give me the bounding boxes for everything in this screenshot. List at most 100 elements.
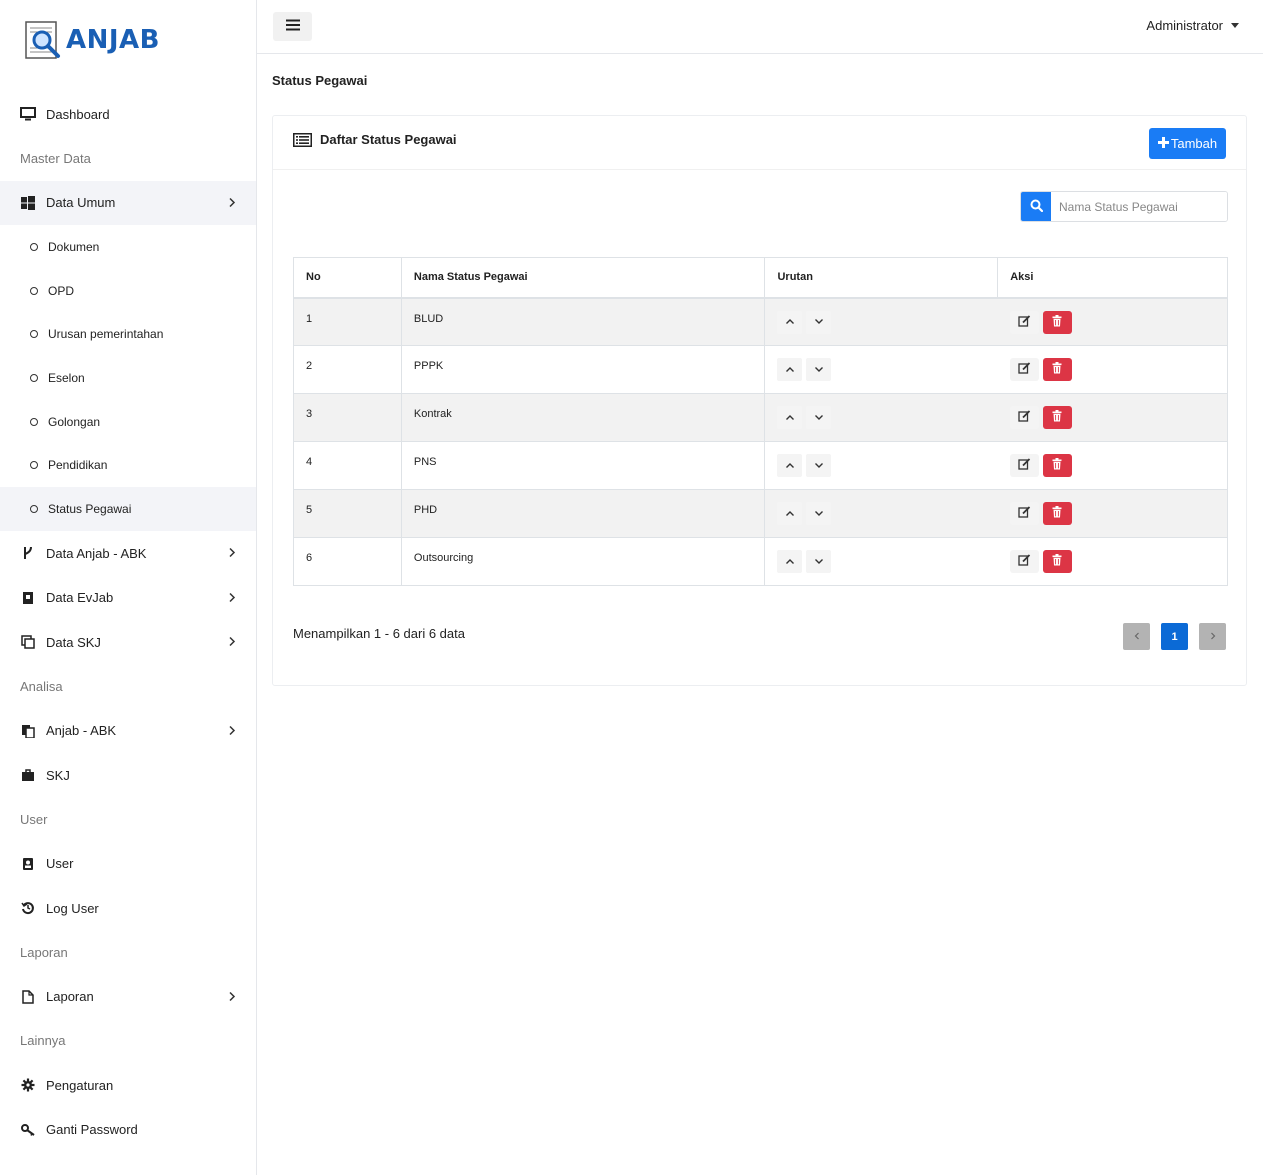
sidebar-subitem-label: Pendidikan (48, 458, 108, 473)
add-button-label: Tambah (1170, 136, 1218, 151)
sidebar: ANJAB Dashboard Master Data Data Umum Do… (0, 0, 257, 1175)
sidebar-subitem-status-pegawai[interactable]: Status Pegawai (0, 487, 256, 531)
chevron-right-icon (1210, 631, 1216, 643)
card-title-text: Daftar Status Pegawai (320, 132, 457, 147)
app-logo[interactable]: ANJAB (24, 18, 160, 62)
chevron-right-icon (228, 546, 236, 561)
move-down-button[interactable] (806, 310, 832, 334)
section-header-analisa: Analisa (20, 678, 63, 694)
column-header-aksi: Aksi (997, 257, 1228, 299)
chevron-up-icon (785, 412, 795, 424)
edit-button[interactable] (1009, 310, 1039, 334)
prev-page-button[interactable] (1123, 623, 1150, 650)
edit-button[interactable] (1009, 406, 1039, 429)
move-down-button[interactable] (806, 502, 832, 525)
sidebar-item-label: Data Umum (46, 195, 116, 211)
trash-icon (1052, 458, 1062, 473)
sidebar-item-dashboard[interactable]: Dashboard (0, 92, 256, 137)
move-down-button[interactable] (806, 358, 832, 381)
briefcase-icon (20, 767, 36, 783)
trash-icon (1052, 362, 1062, 377)
circle-icon (30, 461, 38, 470)
page-button-current[interactable]: 1 (1161, 623, 1188, 650)
chevron-down-icon (814, 556, 824, 568)
move-up-button[interactable] (777, 454, 803, 477)
move-down-button[interactable] (806, 550, 832, 573)
sidebar-item-label: Dashboard (46, 106, 110, 122)
move-up-button[interactable] (777, 502, 803, 525)
cell-name: Kontrak (401, 393, 766, 442)
move-up-button[interactable] (777, 310, 803, 334)
sidebar-item-user[interactable]: User (0, 841, 256, 886)
sidebar-subitem-dokumen[interactable]: Dokumen (0, 225, 256, 269)
pagination: 1 (1112, 623, 1226, 650)
column-header-no: No (293, 257, 402, 299)
sidebar-item-label: Laporan (46, 989, 94, 1005)
sidebar-item-log-user[interactable]: Log User (0, 886, 256, 931)
key-icon (20, 1122, 36, 1138)
trash-icon (1052, 506, 1062, 521)
sidebar-subitem-label: Dokumen (48, 239, 100, 254)
delete-button[interactable] (1042, 454, 1072, 477)
cell-actions (997, 537, 1228, 586)
delete-button[interactable] (1042, 358, 1072, 381)
delete-button[interactable] (1042, 550, 1072, 573)
menu-toggle-button[interactable] (273, 12, 312, 41)
caret-down-icon (1231, 23, 1239, 28)
user-menu-dropdown[interactable]: Administrator (1146, 18, 1239, 33)
plus-icon (1157, 135, 1169, 152)
sidebar-subitem-label: Golongan (48, 414, 101, 429)
chevron-down-icon (814, 508, 824, 520)
search-button[interactable] (1021, 192, 1051, 221)
add-button[interactable]: Tambah (1149, 128, 1226, 159)
table-row: 5 PHD (293, 489, 1228, 538)
edit-button[interactable] (1009, 358, 1039, 381)
move-up-button[interactable] (777, 358, 803, 381)
edit-icon (1018, 506, 1031, 521)
files-icon (20, 723, 36, 739)
circle-icon (30, 286, 38, 295)
next-page-button[interactable] (1199, 623, 1226, 650)
sidebar-subitem-eselon[interactable]: Eselon (0, 356, 256, 400)
contact-book-icon (20, 856, 36, 872)
chevron-right-icon (228, 723, 236, 738)
edit-button[interactable] (1009, 502, 1039, 525)
sidebar-item-data-umum[interactable]: Data Umum (0, 180, 256, 225)
delete-button[interactable] (1042, 406, 1072, 429)
cell-no: 1 (293, 297, 402, 346)
sidebar-item-laporan[interactable]: Laporan (0, 974, 256, 1019)
sidebar-item-ganti-password[interactable]: Ganti Password (0, 1107, 256, 1152)
sidebar-item-label: Data SKJ (46, 634, 101, 650)
sidebar-subitem-pendidikan[interactable]: Pendidikan (0, 443, 256, 487)
sidebar-item-anjab-abk[interactable]: Anjab - ABK (0, 708, 256, 753)
sidebar-subitem-urusan[interactable]: Urusan pemerintahan (0, 312, 256, 356)
sidebar-subitem-label: Status Pegawai (48, 501, 132, 516)
sidebar-item-label: Ganti Password (46, 1122, 138, 1138)
chevron-up-icon (785, 316, 795, 328)
sidebar-subitem-opd[interactable]: OPD (0, 269, 256, 313)
edit-button[interactable] (1009, 550, 1039, 573)
logo-text: ANJAB (66, 25, 160, 55)
delete-button[interactable] (1042, 502, 1072, 525)
move-up-button[interactable] (777, 406, 803, 429)
move-down-button[interactable] (806, 406, 832, 429)
search-input[interactable] (1051, 192, 1227, 221)
sidebar-subitem-label: OPD (48, 283, 75, 298)
cell-actions (997, 393, 1228, 442)
delete-button[interactable] (1042, 310, 1072, 334)
sidebar-item-pengaturan[interactable]: Pengaturan (0, 1063, 256, 1108)
sidebar-subitem-golongan[interactable]: Golongan (0, 400, 256, 444)
sidebar-item-data-anjab[interactable]: Data Anjab - ABK (0, 531, 256, 576)
move-up-button[interactable] (777, 550, 803, 573)
sidebar-item-data-skj[interactable]: Data SKJ (0, 620, 256, 665)
sidebar-item-skj[interactable]: SKJ (0, 753, 256, 798)
section-header-master: Master Data (20, 151, 91, 166)
search-icon (1030, 199, 1043, 215)
move-down-button[interactable] (806, 454, 832, 477)
chevron-right-icon (228, 635, 236, 650)
cell-order (764, 441, 998, 490)
sidebar-item-data-evjab[interactable]: Data EvJab (0, 575, 256, 620)
cell-order (764, 537, 998, 586)
edit-button[interactable] (1009, 454, 1039, 477)
cell-order (764, 393, 998, 442)
